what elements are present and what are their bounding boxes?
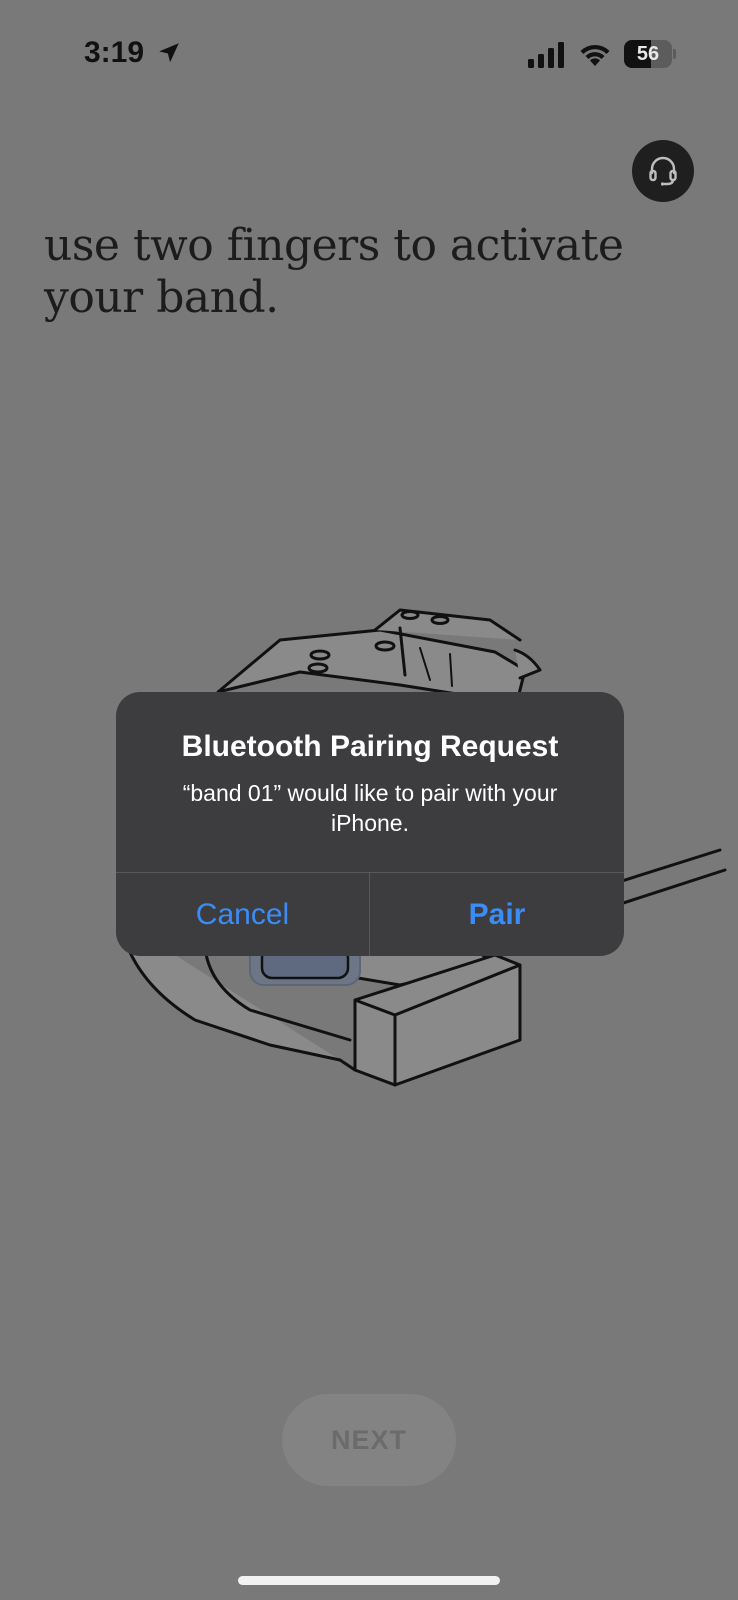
- dialog-message: “band 01” would like to pair with your i…: [182, 780, 558, 836]
- battery-percentage: 56: [636, 43, 660, 65]
- status-bar: 3:19 56: [0, 0, 738, 110]
- status-time: 3:19: [84, 36, 145, 69]
- battery-body: 56: [624, 40, 672, 68]
- pair-button[interactable]: Pair: [370, 873, 624, 956]
- headset-icon: [649, 156, 677, 186]
- cellular-signal-icon: [528, 42, 564, 68]
- instruction-headline: use two fingers to activate your band.: [44, 220, 624, 323]
- battery-cap: [673, 49, 676, 59]
- wifi-icon: [580, 44, 610, 66]
- support-button[interactable]: [632, 140, 694, 202]
- battery-icon: 56: [624, 40, 676, 68]
- location-arrow-icon: [159, 43, 179, 63]
- next-button[interactable]: NEXT: [282, 1394, 456, 1486]
- screen: 3:19 56 use two fingers to activate your…: [0, 0, 738, 1600]
- home-indicator[interactable]: [238, 1576, 500, 1585]
- cancel-button[interactable]: Cancel: [116, 873, 369, 956]
- dialog-title: Bluetooth Pairing Request: [181, 730, 559, 763]
- bluetooth-pairing-dialog: Bluetooth Pairing Request “band 01” woul…: [116, 692, 624, 956]
